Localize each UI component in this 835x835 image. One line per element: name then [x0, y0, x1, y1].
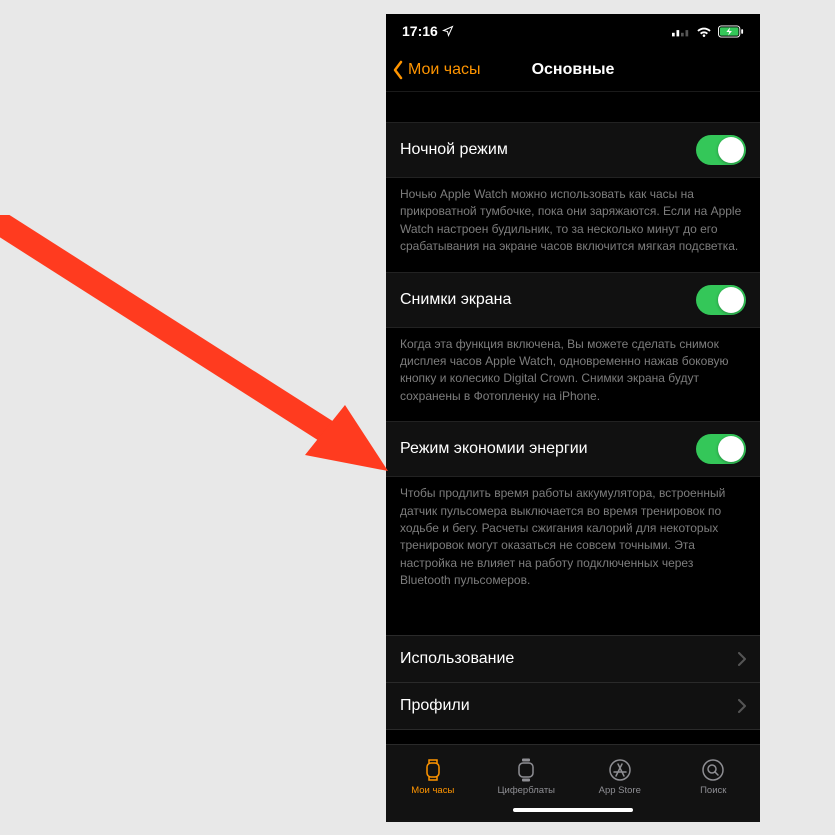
watch-face-icon: [517, 758, 535, 782]
night-mode-desc: Ночью Apple Watch можно использовать как…: [386, 178, 760, 272]
tab-app-store[interactable]: App Store: [573, 758, 667, 796]
settings-content[interactable]: Ночной режим Ночью Apple Watch можно исп…: [386, 92, 760, 744]
power-save-label: Режим экономии энергии: [400, 440, 588, 458]
tab-faces[interactable]: Циферблаты: [480, 758, 574, 796]
profiles-row[interactable]: Профили: [386, 682, 760, 730]
screenshots-desc: Когда эта функция включена, Вы можете сд…: [386, 328, 760, 422]
power-save-row: Режим экономии энергии: [386, 421, 760, 477]
tab-label: Циферблаты: [497, 785, 555, 796]
status-time: 17:16: [402, 23, 438, 39]
usage-row[interactable]: Использование: [386, 635, 760, 682]
night-mode-label: Ночной режим: [400, 141, 508, 159]
chevron-right-icon: [738, 652, 746, 666]
screenshots-label: Снимки экрана: [400, 291, 511, 309]
screenshots-switch[interactable]: [696, 285, 746, 315]
wifi-icon: [696, 25, 712, 37]
navigation-bar: Мои часы Основные: [386, 48, 760, 92]
watch-icon: [424, 758, 442, 782]
night-mode-row: Ночной режим: [386, 122, 760, 178]
location-icon: [442, 25, 454, 37]
tab-label: Поиск: [700, 785, 726, 796]
signal-icon: [672, 25, 690, 37]
power-save-switch[interactable]: [696, 434, 746, 464]
back-label: Мои часы: [408, 61, 481, 79]
tab-bar: Мои часы Циферблаты App Store Поиск: [386, 744, 760, 804]
tab-label: App Store: [599, 785, 641, 796]
app-store-icon: [608, 758, 632, 782]
night-mode-switch[interactable]: [696, 135, 746, 165]
annotation-arrow: [0, 215, 400, 495]
screenshots-row: Снимки экрана: [386, 272, 760, 328]
status-bar: 17:16: [386, 14, 760, 48]
power-save-desc: Чтобы продлить время работы аккумулятора…: [386, 477, 760, 605]
search-icon: [701, 758, 725, 782]
chevron-right-icon: [738, 699, 746, 713]
usage-label: Использование: [400, 650, 514, 668]
tab-search[interactable]: Поиск: [667, 758, 761, 796]
tab-label: Мои часы: [411, 785, 454, 796]
home-indicator[interactable]: [386, 804, 760, 822]
phone-screen: 17:16 Мои часы Основные Ночной режим Ноч…: [386, 14, 760, 822]
back-button[interactable]: Мои часы: [392, 60, 481, 80]
battery-icon: [718, 25, 744, 38]
chevron-left-icon: [392, 60, 404, 80]
profiles-label: Профили: [400, 697, 470, 715]
tab-my-watch[interactable]: Мои часы: [386, 758, 480, 796]
